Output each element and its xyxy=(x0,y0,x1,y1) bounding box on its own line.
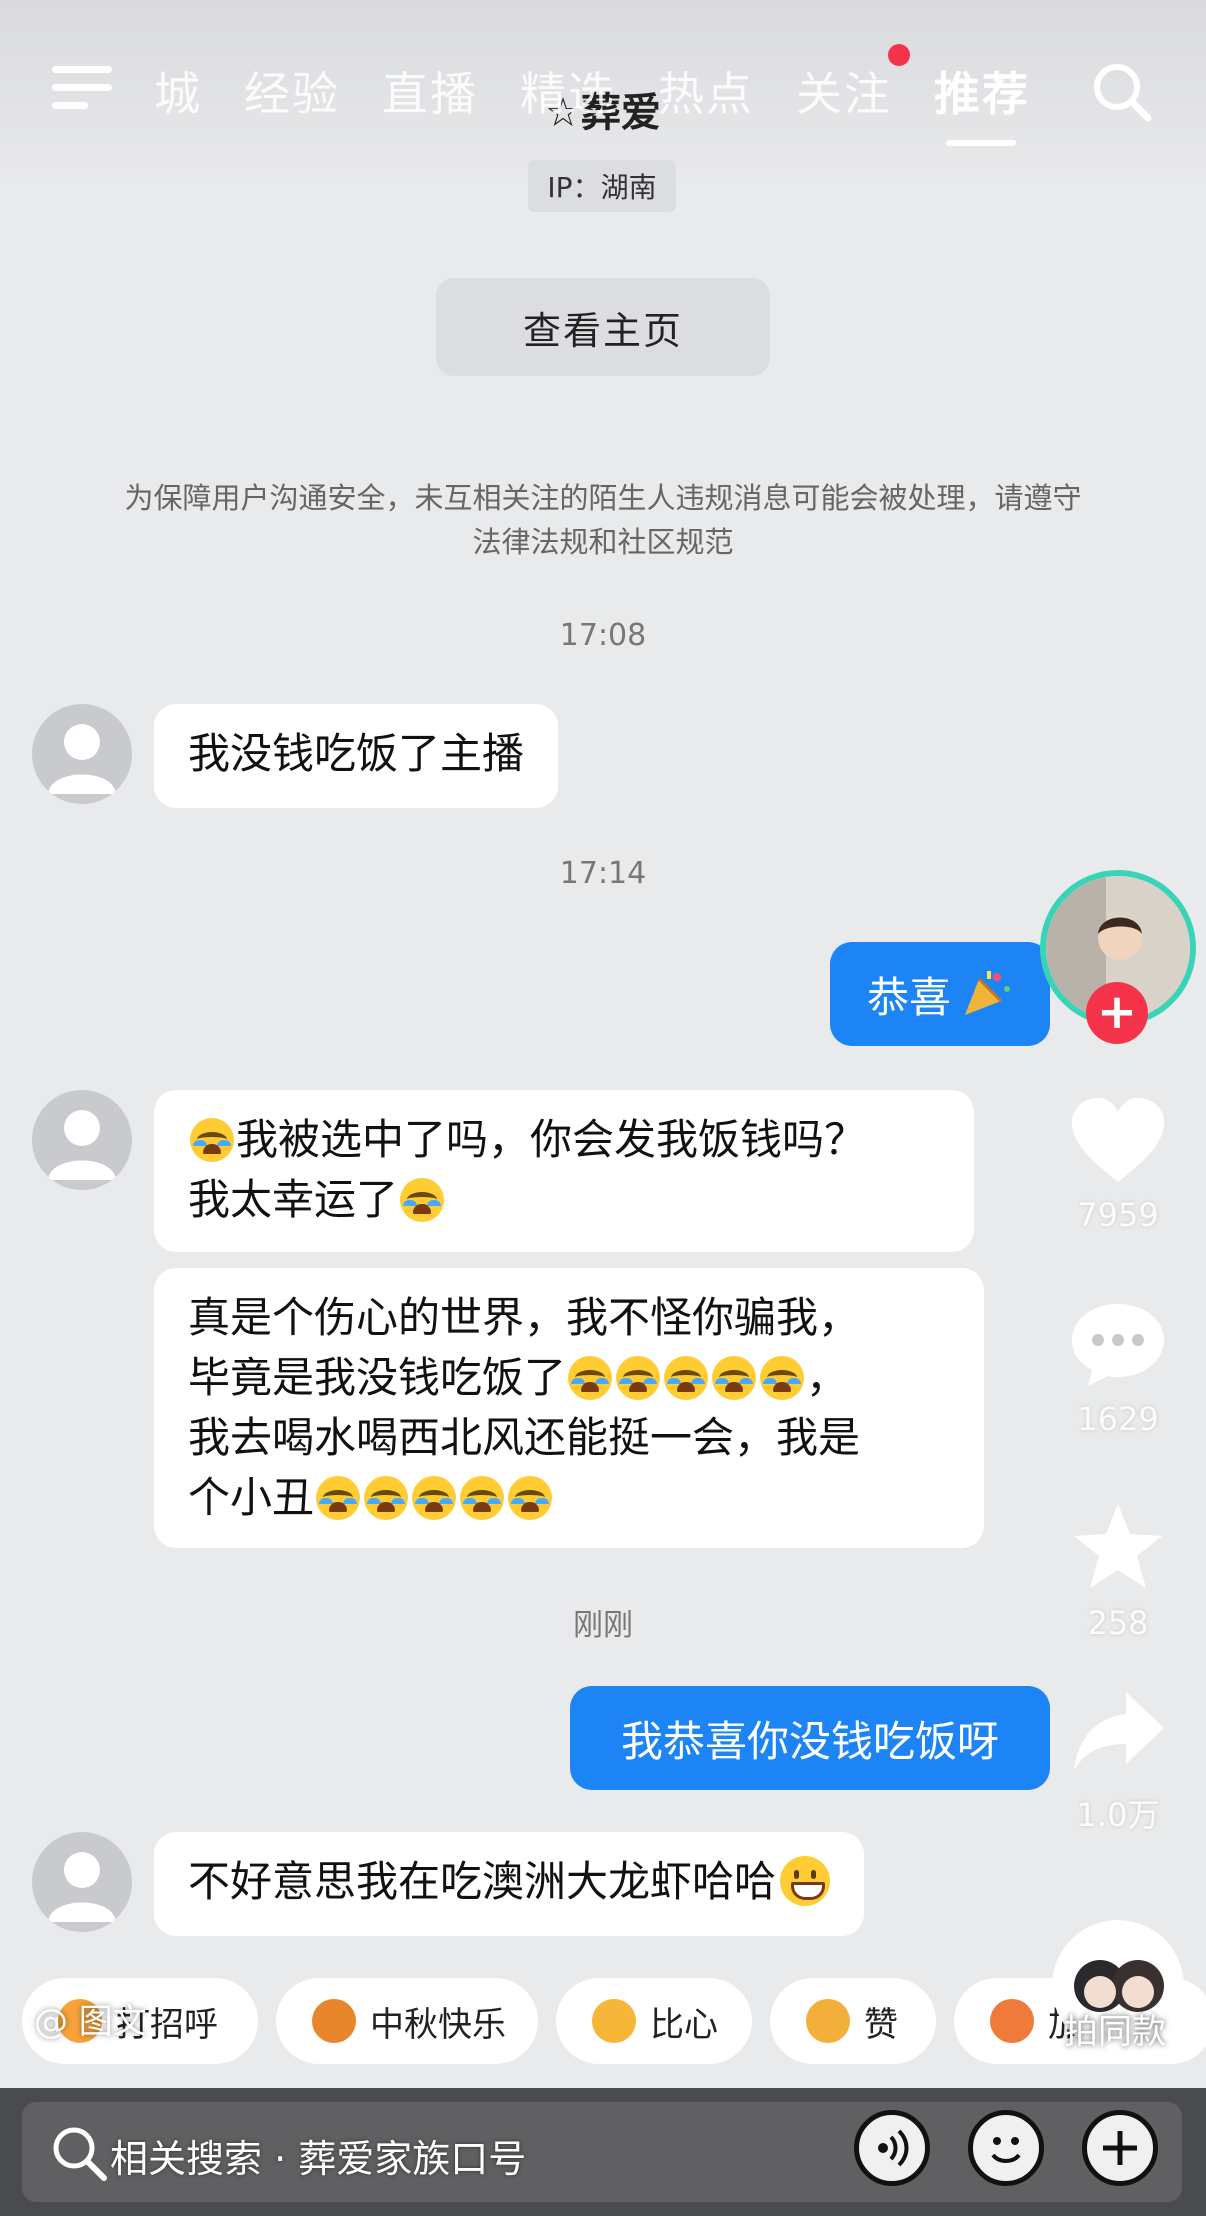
related-search-link[interactable]: 相关搜索 · 葬爱家族口号 xyxy=(110,2128,526,2183)
crying-face-icon xyxy=(664,1356,709,1400)
top-navigation: 城 经验 直播 精选 热点 关注 推荐 xyxy=(0,40,1206,160)
same-style-label[interactable]: 拍同款 xyxy=(1064,2004,1166,2053)
share-count: 1.0万 xyxy=(1076,1796,1160,1834)
message-bubble-received[interactable]: 不好意思我在吃澳洲大龙虾哈哈 xyxy=(154,1832,865,1936)
add-icon[interactable] xyxy=(1082,2110,1158,2186)
crying-face-icon xyxy=(316,1476,361,1520)
crying-face-icon xyxy=(616,1356,661,1400)
message-text: 我恭喜你没钱吃饭呀 xyxy=(620,1716,999,1766)
menu-icon[interactable] xyxy=(52,62,116,112)
favorite-action[interactable]: 258 xyxy=(1048,1500,1188,1642)
default-user-icon xyxy=(48,724,116,794)
message-text: 个小丑 xyxy=(188,1473,315,1522)
default-user-icon xyxy=(48,1110,116,1180)
crying-face-icon xyxy=(190,1118,234,1162)
message-text: ， xyxy=(806,1353,849,1402)
sender-avatar[interactable] xyxy=(32,1832,132,1932)
crying-face-icon xyxy=(760,1356,805,1400)
follow-button[interactable]: + xyxy=(1086,982,1148,1044)
default-user-icon xyxy=(48,1852,116,1922)
ip-location-tag: IP：湖南 xyxy=(528,160,676,212)
notification-dot xyxy=(888,44,910,66)
plus-icon xyxy=(1103,2131,1137,2165)
message-text: 我被选中了吗，你会发我饭钱吗？ xyxy=(236,1115,867,1164)
chip-label: 中秋快乐 xyxy=(370,2004,506,2045)
message-text: 我没钱吃饭了主播 xyxy=(188,729,525,778)
comment-icon xyxy=(1072,1304,1164,1386)
message-bubble-received[interactable]: 我被选中了吗，你会发我饭钱吗？ 我太幸运了 xyxy=(154,1090,974,1252)
share-action[interactable]: 1.0万 xyxy=(1048,1684,1188,1836)
comment-action[interactable]: 1629 xyxy=(1048,1300,1188,1438)
message-text: 真是个伤心的世界，我不怪你骗我， xyxy=(188,1293,861,1342)
voice-waves-icon xyxy=(878,2129,909,2167)
tab-experience[interactable]: 经验 xyxy=(244,58,340,124)
like-count: 7959 xyxy=(1077,1196,1159,1234)
heart-icon xyxy=(1072,1098,1164,1182)
message-bubble-sent[interactable]: 我恭喜你没钱吃饭呀 xyxy=(570,1686,1050,1790)
smiley-icon xyxy=(991,2137,1021,2163)
image-text-label[interactable]: @ 图文 xyxy=(34,1994,147,2043)
tab-recommended[interactable]: 推荐 xyxy=(934,58,1030,124)
share-icon xyxy=(1074,1692,1164,1770)
tab-live[interactable]: 直播 xyxy=(382,58,478,124)
mooncake-icon xyxy=(312,1999,356,2043)
message-bubble-received[interactable]: 我没钱吃饭了主播 xyxy=(154,704,559,808)
message-text: 恭喜 xyxy=(866,972,951,1022)
crying-face-icon xyxy=(712,1356,757,1400)
like-action[interactable]: 7959 xyxy=(1048,1096,1188,1234)
tab-city[interactable]: 城 xyxy=(154,58,202,124)
quick-reply-chip[interactable]: 赞 xyxy=(770,1978,936,2064)
quick-reply-chip[interactable]: 中秋快乐 xyxy=(276,1978,538,2064)
tab-following[interactable]: 关注 xyxy=(796,58,892,124)
emoji-icon[interactable] xyxy=(968,2110,1044,2186)
message-text: 毕竟是我没钱吃饭了 xyxy=(188,1353,567,1402)
crying-face-icon xyxy=(364,1476,409,1520)
search-icon[interactable] xyxy=(1090,60,1154,124)
cheer-emoji-icon xyxy=(990,1999,1034,2043)
comment-count: 1629 xyxy=(1077,1400,1159,1438)
crying-face-icon xyxy=(460,1476,505,1520)
crying-face-icon xyxy=(568,1356,613,1400)
crying-face-icon xyxy=(400,1178,445,1222)
message-bubble-received[interactable]: 真是个伤心的世界，我不怪你骗我， 毕竟是我没钱吃饭了 ， 我去喝水喝西北风还能挺一… xyxy=(154,1268,984,1548)
active-tab-indicator xyxy=(946,140,1016,146)
timestamp: 刚刚 xyxy=(573,1608,633,1643)
thumbs-up-icon xyxy=(806,1999,850,2043)
crying-face-icon xyxy=(412,1476,457,1520)
chip-label: 比心 xyxy=(650,2004,718,2045)
grinning-face-icon xyxy=(780,1856,831,1906)
message-bubble-sent[interactable]: 恭喜 xyxy=(830,942,1050,1046)
message-text: 我太幸运了 xyxy=(188,1175,399,1224)
search-icon[interactable] xyxy=(46,2120,112,2186)
timestamp: 17:08 xyxy=(559,618,647,653)
favorite-count: 258 xyxy=(1087,1604,1149,1642)
sender-avatar[interactable] xyxy=(32,704,132,804)
star-icon xyxy=(1074,1504,1162,1588)
heart-hands-icon xyxy=(592,1999,636,2043)
tab-featured[interactable]: 精选 xyxy=(520,58,616,124)
timestamp: 17:14 xyxy=(559,856,647,891)
party-popper-icon xyxy=(965,971,1010,1015)
quick-reply-chip[interactable]: 比心 xyxy=(556,1978,752,2064)
message-text: 我去喝水喝西北风还能挺一会，我是 xyxy=(188,1413,861,1462)
message-text: 不好意思我在吃澳洲大龙虾哈哈 xyxy=(188,1857,777,1906)
voice-icon[interactable] xyxy=(854,2110,930,2186)
quick-reply-bar: 打招呼 中秋快乐 比心 赞 加油 xyxy=(0,1978,1206,2066)
view-homepage-button[interactable]: 查看主页 xyxy=(436,278,770,376)
tab-trending[interactable]: 热点 xyxy=(658,58,754,124)
crying-face-icon xyxy=(508,1476,553,1520)
sender-avatar[interactable] xyxy=(32,1090,132,1190)
chip-label: 赞 xyxy=(864,2004,898,2045)
safety-notice: 为保障用户沟通安全，未互相关注的陌生人违规消息可能会被处理，请遵守法律法规和社区… xyxy=(124,481,1082,559)
